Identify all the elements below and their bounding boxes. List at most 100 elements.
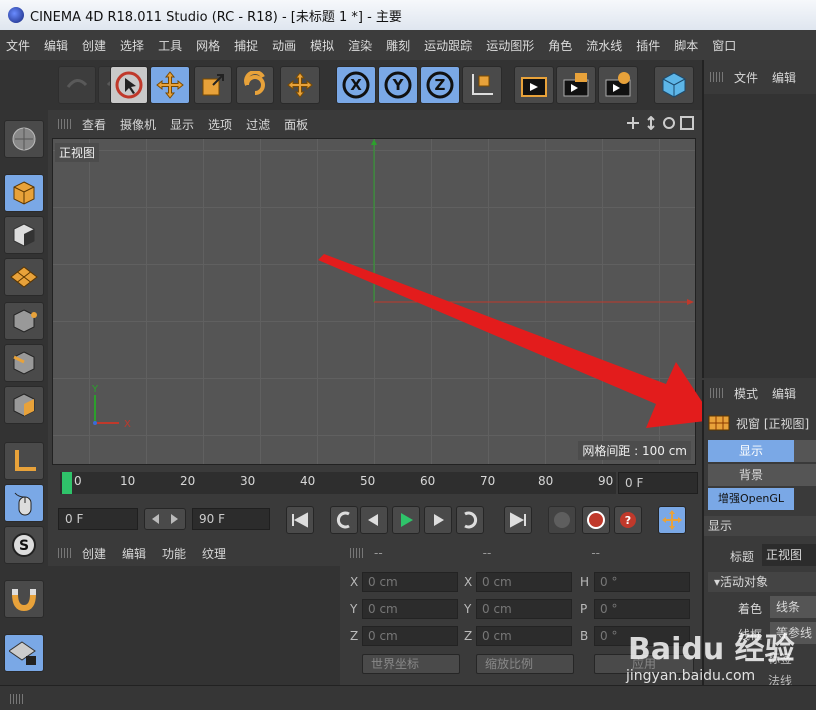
- tab-background[interactable]: 背景: [708, 464, 794, 486]
- start-frame-field[interactable]: 0 F: [58, 508, 138, 530]
- title-field[interactable]: 正视图: [762, 544, 816, 566]
- menu-snap[interactable]: 捕捉: [234, 37, 258, 54]
- timeline-ruler[interactable]: 0 10 20 30 40 50 60 70 80 90: [60, 472, 616, 494]
- menu-sculpt[interactable]: 雕刻: [386, 37, 410, 54]
- viewport-menu-filter[interactable]: 过滤: [246, 116, 270, 133]
- menu-simulate[interactable]: 模拟: [310, 37, 334, 54]
- rotate-tool-button[interactable]: [236, 66, 274, 104]
- menu-select[interactable]: 选择: [120, 37, 144, 54]
- previous-key-button[interactable]: [330, 506, 358, 534]
- viewport-menu-options[interactable]: 选项: [208, 116, 232, 133]
- position-key-button[interactable]: [658, 506, 686, 534]
- rotation-p-field[interactable]: 0 °: [594, 599, 690, 619]
- polygons-mode-button[interactable]: [4, 386, 44, 424]
- menu-tools[interactable]: 工具: [158, 37, 182, 54]
- menu-file[interactable]: 文件: [6, 37, 30, 54]
- record-keys-button[interactable]: [548, 506, 576, 534]
- render-view-button[interactable]: [514, 66, 554, 104]
- menu-character[interactable]: 角色: [548, 37, 572, 54]
- play-button[interactable]: [392, 506, 420, 534]
- maximize-view-icon[interactable]: [680, 116, 694, 130]
- attribute-menu-edit[interactable]: 编辑: [772, 385, 796, 402]
- menu-pipeline[interactable]: 流水线: [586, 37, 622, 54]
- rotation-b-field[interactable]: 0 °: [594, 626, 690, 646]
- size-z-field[interactable]: 0 cm: [476, 626, 572, 646]
- scale-tool-button[interactable]: [194, 66, 232, 104]
- workplane-lock-button[interactable]: [4, 634, 44, 672]
- move-tool-button[interactable]: [150, 66, 190, 104]
- keyframe-selection-button[interactable]: ?: [614, 506, 642, 534]
- workplane-mode-button[interactable]: [4, 258, 44, 296]
- material-menu-function[interactable]: 功能: [162, 545, 186, 562]
- current-frame-field[interactable]: 0 F: [618, 472, 698, 494]
- coordinate-system-button[interactable]: [462, 66, 502, 104]
- shading-dropdown[interactable]: 线条: [770, 596, 816, 618]
- apply-button[interactable]: 应用: [594, 654, 694, 674]
- front-viewport[interactable]: 正视图 Y X 网格间距 : 100 cm: [52, 138, 696, 465]
- menu-script[interactable]: 脚本: [674, 37, 698, 54]
- points-mode-button[interactable]: [4, 302, 44, 340]
- wireframe-dropdown[interactable]: 等参线: [770, 622, 816, 644]
- menu-render[interactable]: 渲染: [348, 37, 372, 54]
- axis-x-lock-button[interactable]: X: [336, 66, 376, 104]
- panel-grip-icon[interactable]: [710, 72, 724, 82]
- viewport-menu-camera[interactable]: 摄像机: [120, 116, 156, 133]
- menu-animate[interactable]: 动画: [272, 37, 296, 54]
- size-y-field[interactable]: 0 cm: [476, 599, 572, 619]
- menu-window[interactable]: 窗口: [712, 37, 736, 54]
- world-coordinates-dropdown[interactable]: 世界坐标: [362, 654, 460, 674]
- viewport-menu-display[interactable]: 显示: [170, 116, 194, 133]
- rotation-h-field[interactable]: 0 °: [594, 572, 690, 592]
- object-menu-file[interactable]: 文件: [734, 69, 758, 86]
- tab-overflow[interactable]: [794, 440, 816, 462]
- orbit-icon[interactable]: [662, 116, 676, 130]
- size-x-field[interactable]: 0 cm: [476, 572, 572, 592]
- menu-mograph[interactable]: 运动图形: [486, 37, 534, 54]
- panel-grip-icon[interactable]: [58, 548, 72, 558]
- object-menu-edit[interactable]: 编辑: [772, 69, 796, 86]
- viewport-menu-view[interactable]: 查看: [82, 116, 106, 133]
- transform-tool-button[interactable]: [280, 66, 320, 104]
- model-mode-button[interactable]: [4, 174, 44, 212]
- tab-enhanced-opengl[interactable]: 增强OpenGL: [708, 488, 794, 510]
- menu-mesh[interactable]: 网格: [196, 37, 220, 54]
- go-to-start-button[interactable]: [286, 506, 314, 534]
- render-to-picture-viewer-button[interactable]: [556, 66, 596, 104]
- end-frame-field[interactable]: 90 F: [192, 508, 270, 530]
- playhead[interactable]: [62, 472, 72, 494]
- edges-mode-button[interactable]: [4, 344, 44, 382]
- next-frame-button[interactable]: [424, 506, 452, 534]
- menu-edit[interactable]: 编辑: [44, 37, 68, 54]
- viewport-menu-panel[interactable]: 面板: [284, 116, 308, 133]
- tab-display[interactable]: 显示: [708, 440, 794, 462]
- axis-y-lock-button[interactable]: Y: [378, 66, 418, 104]
- tweak-mode-button[interactable]: [4, 484, 44, 522]
- material-menu-create[interactable]: 创建: [82, 545, 106, 562]
- tab-overflow[interactable]: [794, 464, 816, 486]
- menu-motion-tracking[interactable]: 运动跟踪: [424, 37, 472, 54]
- dolly-icon[interactable]: [644, 116, 658, 130]
- axis-mode-button[interactable]: [4, 442, 44, 480]
- menu-plugins[interactable]: 插件: [636, 37, 660, 54]
- position-x-field[interactable]: 0 cm: [362, 572, 458, 592]
- scale-ratio-dropdown[interactable]: 缩放比例: [476, 654, 574, 674]
- auto-key-button[interactable]: [582, 506, 610, 534]
- position-z-field[interactable]: 0 cm: [362, 626, 458, 646]
- panel-grip-icon[interactable]: [350, 548, 364, 558]
- undo-button[interactable]: [58, 66, 96, 104]
- panel-grip-icon[interactable]: [710, 388, 724, 398]
- position-y-field[interactable]: 0 cm: [362, 599, 458, 619]
- frame-range-slider[interactable]: [144, 508, 186, 530]
- texture-mode-button[interactable]: [4, 216, 44, 254]
- make-editable-button[interactable]: [4, 120, 44, 158]
- panel-grip-icon[interactable]: [58, 119, 72, 129]
- material-menu-edit[interactable]: 编辑: [122, 545, 146, 562]
- attribute-menu-mode[interactable]: 模式: [734, 385, 758, 402]
- render-settings-button[interactable]: [598, 66, 638, 104]
- active-object-group[interactable]: ▾活动对象: [708, 572, 816, 592]
- live-selection-button[interactable]: [110, 66, 148, 104]
- enable-snap-button[interactable]: [4, 580, 44, 618]
- next-key-button[interactable]: [456, 506, 484, 534]
- solo-mode-button[interactable]: S: [4, 526, 44, 564]
- axis-z-lock-button[interactable]: Z: [420, 66, 460, 104]
